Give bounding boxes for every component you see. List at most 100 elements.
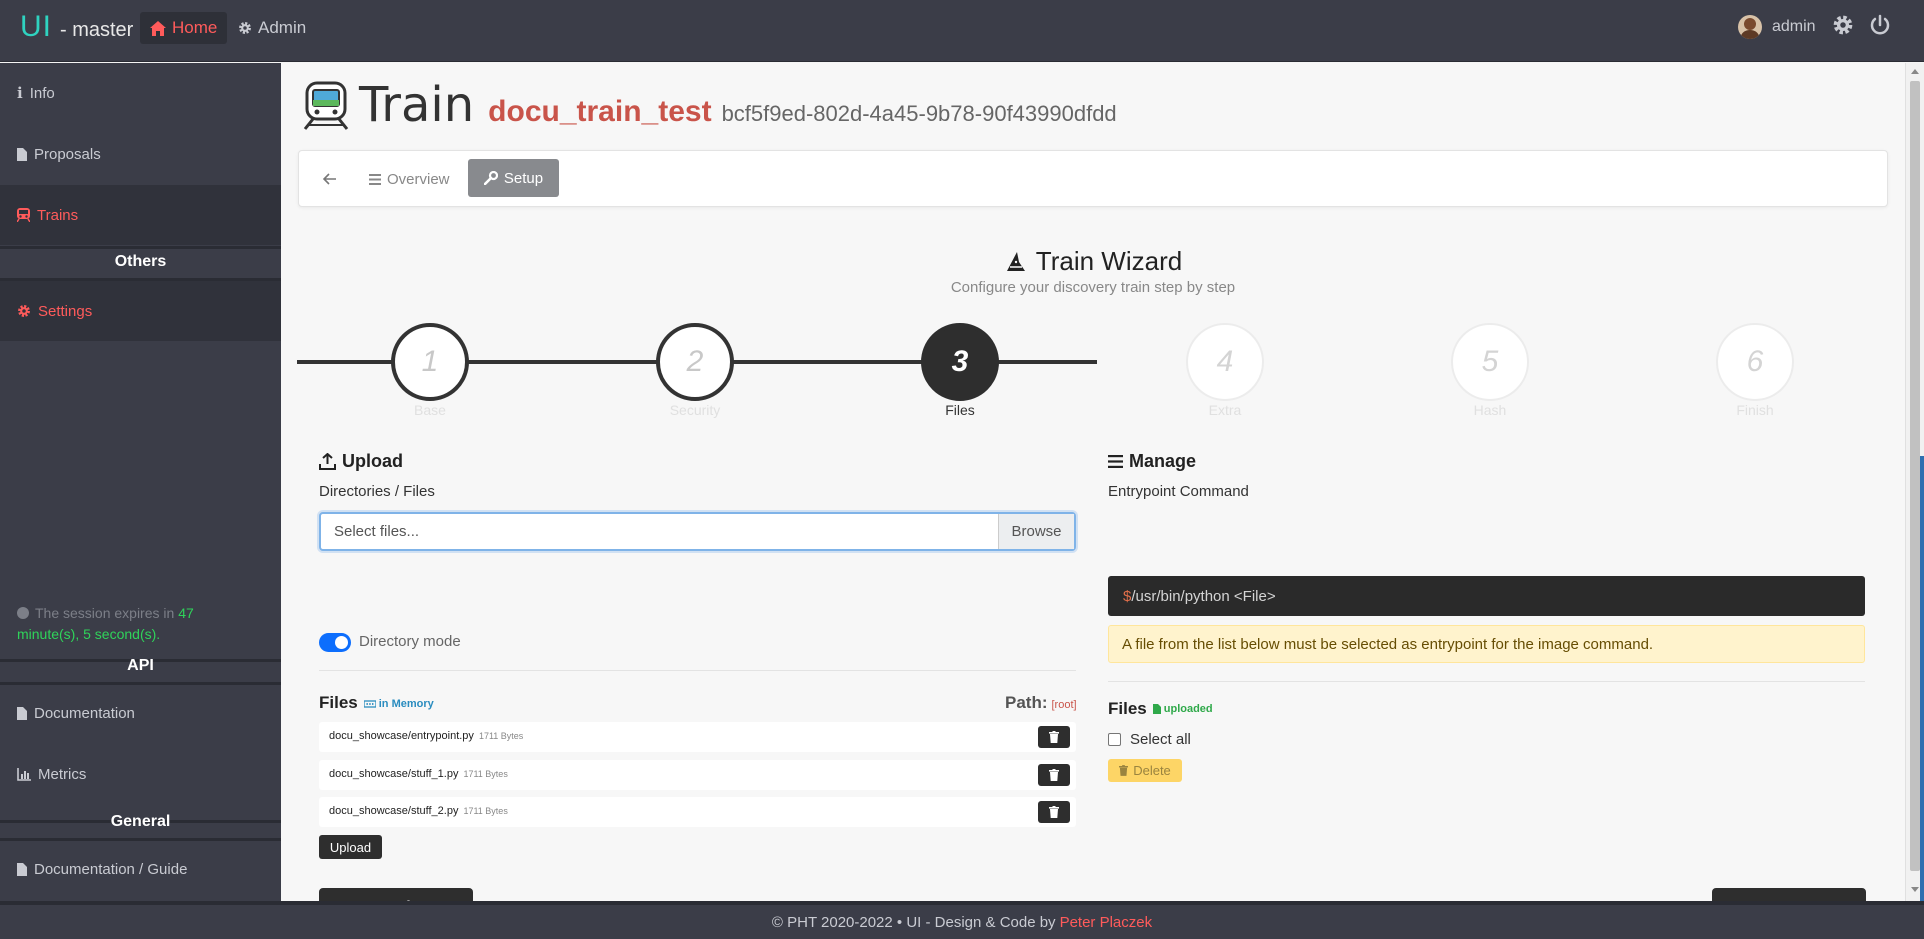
page-title-text: Train <box>359 77 475 133</box>
back-arrow-button[interactable] <box>315 165 345 193</box>
wizard-step-3[interactable]: 3 <box>921 323 999 401</box>
delete-file-button[interactable] <box>1038 801 1070 823</box>
manage-heading: Manage <box>1108 451 1196 472</box>
list-icon <box>369 173 381 185</box>
file-list-item: docu_showcase/stuff_2.py 1711 Bytes <box>319 797 1076 827</box>
file-name: docu_showcase/entrypoint.py 1711 Bytes <box>329 730 524 742</box>
trash-icon <box>1119 765 1129 776</box>
delete-label: Delete <box>1133 763 1171 778</box>
footer-text: © PHT 2020-2022 • UI - Design & Code by <box>771 913 1056 931</box>
path-heading: Path: [root] <box>1005 693 1077 713</box>
divider <box>0 246 281 249</box>
footer-author-link[interactable]: Peter Placzek <box>1060 914 1153 931</box>
scroll-up-arrow[interactable] <box>1911 69 1919 74</box>
list-icon <box>1108 455 1123 468</box>
sidebar-item-label: Info <box>29 84 55 102</box>
upload-heading: Upload <box>319 451 403 472</box>
sidebar-item-info[interactable]: i Info <box>0 63 281 123</box>
arrow-left-icon <box>323 173 336 185</box>
sidebar-heading-api: API <box>127 657 154 674</box>
wizard-step-label: Base <box>414 402 446 418</box>
gear-icon <box>239 22 251 34</box>
wizard-step-6[interactable]: 6 <box>1716 323 1794 401</box>
wizard-step-4[interactable]: 4 <box>1186 323 1264 401</box>
tab-overview[interactable]: Overview <box>369 165 450 193</box>
wizard-step-5[interactable]: 5 <box>1451 323 1529 401</box>
file-select-input[interactable]: Select files... Browse <box>319 512 1076 551</box>
file-list-item: docu_showcase/entrypoint.py 1711 Bytes <box>319 722 1076 752</box>
tab-setup[interactable]: Setup <box>468 159 559 197</box>
entrypoint-label: Entrypoint Command <box>1108 483 1249 500</box>
wizard-step-label: Finish <box>1736 402 1774 418</box>
delete-file-button[interactable] <box>1038 726 1070 748</box>
nav-admin-label: Admin <box>258 18 307 37</box>
tab-setup-label: Setup <box>503 169 544 187</box>
directory-mode-toggle[interactable] <box>319 633 351 652</box>
wizard-step-2[interactable]: 2 <box>656 323 734 401</box>
window-edge-accent <box>1920 456 1924 901</box>
trash-icon <box>1049 806 1059 818</box>
sidebar-item-documentation[interactable]: Documentation <box>0 683 281 743</box>
sidebar-item-label: Settings <box>38 302 93 320</box>
user-menu[interactable]: admin <box>1738 15 1816 39</box>
file-list-item: docu_showcase/stuff_1.py 1711 Bytes <box>319 760 1076 790</box>
footer: © PHT 2020-2022 • UI - Design & Code by … <box>0 901 1924 939</box>
memory-icon <box>363 700 376 708</box>
entrypoint-warning: A file from the list below must be selec… <box>1108 625 1865 663</box>
upload-field-label: Directories / Files <box>319 483 435 500</box>
file-icon <box>17 706 27 720</box>
nav-admin-link[interactable]: Admin <box>234 12 310 44</box>
manage-heading-text: Manage <box>1129 451 1197 471</box>
avatar <box>1738 15 1762 39</box>
file-size: 1711 Bytes <box>463 806 508 816</box>
upload-icon <box>319 453 336 470</box>
delete-file-button[interactable] <box>1038 764 1070 786</box>
settings-gear-icon[interactable] <box>1832 14 1854 36</box>
path-heading-text: Path: <box>1005 693 1048 712</box>
file-select-placeholder: Select files... <box>334 523 420 540</box>
select-all-row[interactable]: Select all <box>1108 731 1191 748</box>
upload-heading-text: Upload <box>342 451 403 471</box>
sidebar-item-proposals[interactable]: Proposals <box>0 124 281 184</box>
file-name: docu_showcase/stuff_2.py 1711 Bytes <box>329 805 508 817</box>
wizard-step-label: Extra <box>1208 402 1242 418</box>
user-name: admin <box>1772 18 1816 35</box>
train-icon <box>17 208 30 222</box>
scroll-down-arrow[interactable] <box>1911 887 1919 892</box>
wizard-step-label: Security <box>669 402 721 418</box>
sidebar-item-label: Documentation / Guide <box>34 860 188 878</box>
brand-suffix: - master <box>60 19 134 41</box>
wizard-hat-icon <box>1006 251 1025 271</box>
uploaded-badge: uploaded <box>1152 703 1213 715</box>
power-icon[interactable] <box>1869 14 1891 36</box>
train-name: docu_train_test <box>488 95 712 128</box>
home-icon <box>150 20 166 36</box>
directory-mode-label: Directory mode <box>359 633 461 650</box>
uploaded-badge-text: uploaded <box>1163 703 1213 715</box>
select-all-label: Select all <box>1130 731 1191 748</box>
sidebar-item-trains[interactable]: Trains <box>0 185 281 245</box>
file-name: docu_showcase/stuff_1.py 1711 Bytes <box>329 768 508 780</box>
browse-button[interactable]: Browse <box>998 514 1074 549</box>
tab-bar: Overview Setup <box>298 150 1888 207</box>
sidebar-item-guide[interactable]: Documentation / Guide <box>0 839 281 899</box>
upload-button[interactable]: Upload <box>319 835 382 859</box>
wizard-title: Train Wizard <box>281 246 1905 277</box>
sidebar-item-metrics[interactable]: Metrics <box>0 744 281 804</box>
sidebar-item-settings[interactable]: Settings <box>0 281 281 341</box>
wrench-icon <box>483 171 498 185</box>
session-prefix: The session expires in <box>35 605 175 621</box>
sidebar-item-label: Proposals <box>34 145 101 163</box>
wizard-step-1[interactable]: 1 <box>391 323 469 401</box>
session-timer: The session expires in 47 minute(s), 5 s… <box>17 603 257 645</box>
top-navbar: UI - master Home Admin admin <box>0 0 1924 62</box>
scrollbar-thumb[interactable] <box>1910 81 1920 871</box>
main-content: Train docu_train_test bcf5f9ed-802d-4a45… <box>281 63 1905 928</box>
nav-home-link[interactable]: Home <box>140 12 228 44</box>
command-prompt: $ <box>1123 587 1132 605</box>
clock-icon <box>17 607 29 619</box>
select-all-checkbox[interactable] <box>1108 733 1121 746</box>
upload-files-heading: Files in Memory <box>319 693 434 713</box>
delete-selected-button[interactable]: Delete <box>1108 759 1182 782</box>
brand-logo[interactable]: UI - master <box>20 10 133 44</box>
